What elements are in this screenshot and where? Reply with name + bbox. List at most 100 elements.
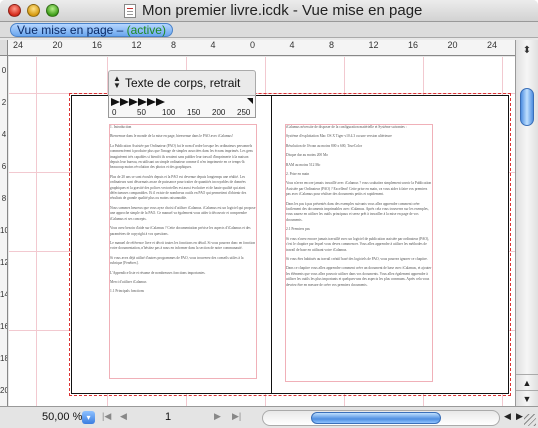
paragraph-style-value: Texte de corps, retrait (125, 76, 241, 90)
ruler-tick-label: 8 (171, 40, 177, 50)
first-page-icon[interactable]: |◀ (102, 411, 111, 422)
body-paragraph: Si vous êtes habitués au travail créatif… (286, 256, 428, 261)
body-paragraph: Disque dur au moins 200 Mo (286, 153, 329, 158)
vertical-scroll-thumb[interactable] (520, 88, 534, 126)
ruler-tick-label: 16 (408, 40, 419, 50)
ruler-tick-label: 8 (329, 40, 335, 50)
ruler-tick-label: 0 (1, 66, 7, 75)
text-ruler-tick-label: 50 (137, 108, 146, 117)
horizontal-scroll-thumb[interactable] (311, 412, 441, 424)
body-paragraph: Vous avez besoin d'aide sur iCalamus ? C… (110, 226, 251, 236)
resize-grip-icon[interactable] (524, 414, 536, 426)
layout-view-label: Vue mise en page – (17, 23, 127, 37)
previous-page-icon[interactable]: ◀ (120, 411, 127, 422)
text-frame-right-body: iCalamus nécessite de disposer de la con… (286, 125, 432, 288)
document-window: Mon premier livre.icdk - Vue mise en pag… (0, 0, 538, 428)
body-paragraph: Le manuel de référence livre et décrit t… (110, 240, 256, 251)
body-paragraph: Si vous avez déjà utilisé d'autres progr… (110, 255, 244, 266)
layout-view-tab[interactable]: Vue mise en page – (active) (10, 23, 173, 37)
ruler-tick-label: 8 (1, 194, 7, 203)
ruler-tick-label: 6 (1, 162, 7, 171)
body-paragraph: Merci d'utiliser iCalamus (110, 279, 147, 284)
window-title: Mon premier livre.icdk - Vue mise en pag… (142, 2, 423, 19)
ruler-tick-label: 18 (0, 354, 7, 363)
mode-bar: Vue mise en page – (active) (0, 22, 538, 38)
ruler-tick-label: 20 (447, 40, 458, 50)
zoom-level[interactable]: 50,00 % (42, 411, 82, 423)
text-ruler-tick-label: 200 (212, 108, 226, 117)
body-paragraph: La Publication Assistée par Ordinateur (… (110, 143, 253, 170)
tab-stops[interactable] (111, 98, 165, 106)
ruler-tick-label: 24 (487, 40, 498, 50)
scroll-right-icon[interactable]: ▶ (516, 411, 523, 422)
tab-stop-icon[interactable] (156, 98, 165, 106)
text-ruler-tick-label: 250 (237, 108, 251, 117)
ruler-tick-label: 14 (0, 290, 7, 299)
text-ruler[interactable]: 0 50 100 150 200 250 (108, 96, 256, 118)
scroll-up-icon[interactable]: ▲ (516, 374, 538, 390)
body-paragraph: Dans ce chapitre vous allez apprendre co… (286, 266, 432, 287)
horizontal-ruler[interactable]: 24 20 16 12 8 4 0 4 8 12 16 20 24 (8, 40, 515, 56)
ruler-tick-label: 4 (289, 40, 295, 50)
ruler-tick-label: 2 (1, 98, 7, 107)
ruler-tick-label: 12 (368, 40, 379, 50)
next-page-icon[interactable]: ▶ (214, 411, 221, 422)
zoom-window-button[interactable] (46, 4, 59, 17)
ruler-tick-label: 0 (250, 40, 256, 50)
close-window-button[interactable] (8, 4, 21, 17)
horizontal-scrollbar[interactable] (262, 410, 500, 426)
body-paragraph: 1.1 Principals fonctions (110, 289, 145, 294)
minimize-window-button[interactable] (27, 4, 40, 17)
vertical-scrollbar[interactable]: ⬍ ▲ ▼ (515, 40, 538, 406)
body-paragraph: Si vous n'avez encore jamais travaillé a… (286, 236, 430, 252)
text-ruler-tick-label: 150 (187, 108, 201, 117)
text-frame-left[interactable]: 1. Introduction Bienvenue dans le monde … (109, 124, 257, 379)
vertical-ruler[interactable]: 0 2 4 6 8 10 12 14 16 18 20 (0, 56, 8, 406)
text-ruler-tick-label: 0 (112, 108, 117, 117)
ruler-tick-label: 12 (131, 40, 142, 50)
text-frame-right[interactable]: iCalamus nécessite de disposer de la con… (285, 124, 433, 382)
ruler-tick-label: 16 (0, 322, 7, 331)
ruler-tick-label: 20 (52, 40, 63, 50)
body-paragraph: Nous sommes heureux que vous ayez choisi… (110, 205, 256, 221)
body-paragraph: Système d'exploitation Mac OS X Tiger v1… (286, 134, 392, 139)
zoom-menu-icon[interactable]: ▾ (82, 411, 95, 424)
scroll-left-icon[interactable]: ◀ (504, 411, 511, 422)
tab-stop-icon[interactable] (111, 98, 120, 106)
text-frame-left-body: Bienvenue dans le monde de la mise en pa… (110, 134, 256, 294)
ruler-tick-label: 12 (0, 258, 7, 267)
scroll-down-icon[interactable]: ▼ (516, 390, 538, 406)
last-page-icon[interactable]: ▶| (232, 411, 241, 422)
ruler-tick-label: 10 (0, 226, 7, 235)
body-paragraph: Vous n'avez encore jamais travaillé avec… (286, 181, 432, 197)
body-paragraph: Plus de 20 ans se sont écoulés depuis et… (110, 174, 247, 201)
tab-stop-icon[interactable] (138, 98, 147, 106)
text-ruler-ticks: 0 50 100 150 200 250 (109, 108, 257, 117)
document-icon[interactable] (124, 4, 136, 18)
ruler-tick-label: 4 (210, 40, 216, 50)
body-paragraph: 2. Prise en main (286, 172, 310, 177)
right-indent-marker-icon[interactable] (247, 98, 253, 104)
body-paragraph: Bienvenue dans le monde de la mise en pa… (110, 134, 233, 139)
text-ruler-tick-label: 100 (162, 108, 176, 117)
title-bar[interactable]: Mon premier livre.icdk - Vue mise en pag… (0, 0, 538, 22)
layout-view-status: (active) (126, 23, 166, 37)
tab-stop-icon[interactable] (147, 98, 156, 106)
updown-arrows-icon: ▲ ▼ (113, 74, 121, 90)
tab-stop-icon[interactable] (129, 98, 138, 106)
guide-line (36, 57, 37, 406)
tab-stop-icon[interactable] (120, 98, 129, 106)
ruler-tick-label: 4 (1, 130, 7, 139)
body-paragraph: Dans les pas à pas présentés dans des ex… (286, 201, 429, 222)
body-paragraph: iCalamus nécessite de disposer de la con… (286, 125, 407, 129)
paragraph-style-popup[interactable]: ▲ ▼ Texte de corps, retrait (108, 70, 256, 96)
page-number[interactable]: 1 (165, 411, 171, 423)
split-view-icon[interactable]: ⬍ (516, 40, 538, 62)
ruler-corner[interactable] (0, 40, 8, 56)
ruler-tick-label: 24 (13, 40, 24, 50)
page-spread[interactable]: 1. Introduction Bienvenue dans le monde … (71, 95, 509, 394)
layout-workspace[interactable]: 1. Introduction Bienvenue dans le monde … (9, 57, 515, 406)
status-bar: 50,00 % ▾ |◀ ◀ 1 ▶ ▶| ◀ ▶ (0, 406, 538, 428)
body-paragraph: 2.1 Premiers pas (286, 227, 310, 232)
body-paragraph: L'Appendice liste et résume de nombreuse… (110, 270, 206, 275)
